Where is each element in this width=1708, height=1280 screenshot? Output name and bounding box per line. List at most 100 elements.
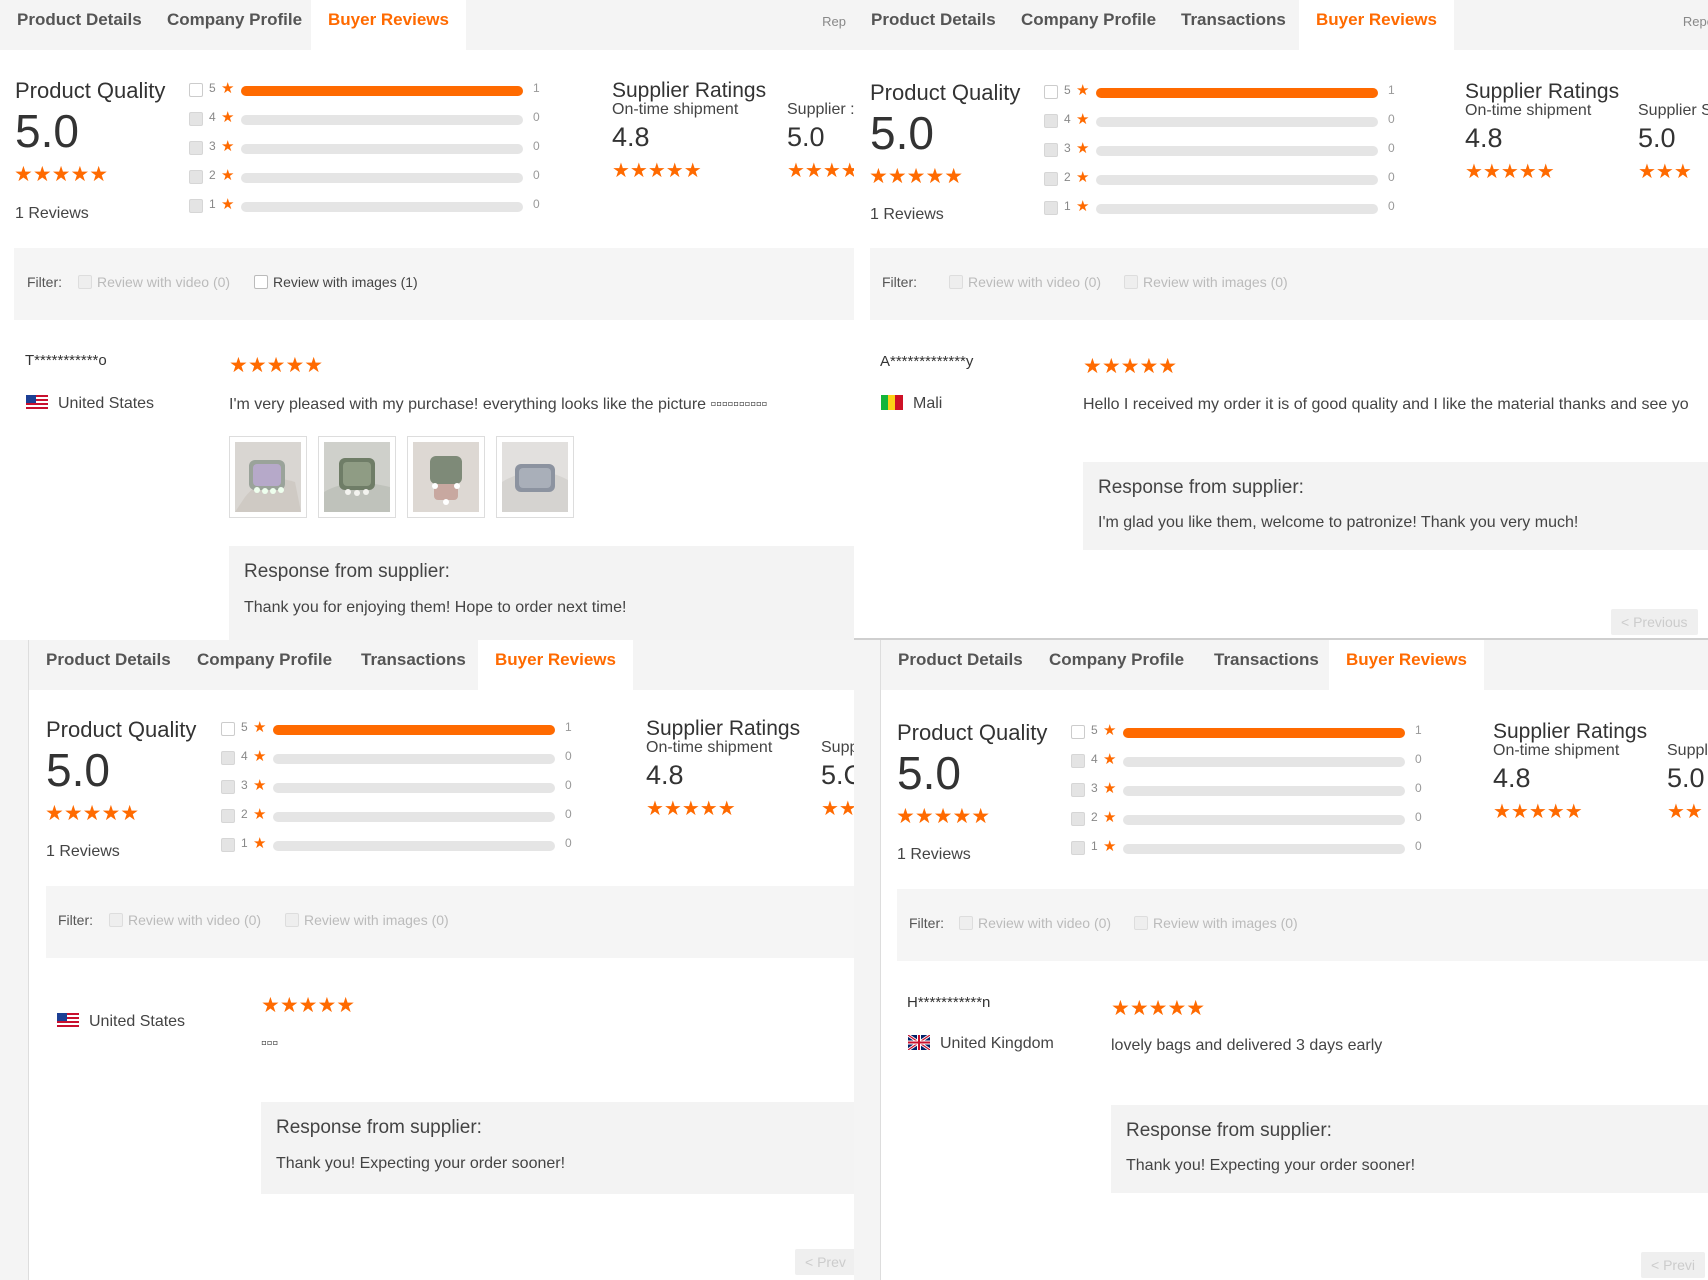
checkbox[interactable] [189,199,203,213]
checkbox[interactable] [221,780,235,794]
tab-buyer-reviews[interactable]: Buyer Reviews [478,640,633,690]
tab-company-profile[interactable]: Company Profile [1004,0,1173,50]
histogram-row[interactable]: 3 ★ 0 [189,138,549,157]
histogram-row[interactable]: 5 ★ 1 [1044,82,1404,101]
checkbox[interactable] [1044,114,1058,128]
tab-product-details[interactable]: Product Details [0,0,159,50]
histogram-row[interactable]: 4 ★ 0 [221,748,581,767]
histogram-row[interactable]: 2 ★ 0 [189,167,549,186]
supplier-response: Response from supplier: Thank you! Expec… [261,1102,854,1194]
supplier-service-stars: ★★★ [1638,161,1692,183]
checkbox[interactable] [1071,783,1085,797]
checkbox[interactable] [959,916,973,930]
histogram-row[interactable]: 1 ★ 0 [1044,198,1404,217]
star-icon: ★ [253,777,267,794]
histogram-row[interactable]: 5 ★ 1 [1071,722,1431,741]
tab-transactions[interactable]: Transactions [344,640,483,690]
review-image-thumbnail[interactable] [407,436,485,518]
histogram-row[interactable]: 5 ★ 1 [221,719,581,738]
tab-product-details[interactable]: Product Details [881,640,1040,690]
checkbox[interactable] [189,112,203,126]
checkbox[interactable] [1071,725,1085,739]
star-level: 4 [1064,112,1071,126]
histogram-row[interactable]: 2 ★ 0 [1071,809,1431,828]
previous-page-button[interactable]: < Prev [795,1249,854,1275]
checkbox[interactable] [1124,275,1138,289]
checkbox[interactable] [221,751,235,765]
checkbox[interactable] [189,141,203,155]
filter-review-with-video[interactable]: Review with video (0) [959,915,1111,931]
checkbox[interactable] [1071,841,1085,855]
checkbox[interactable] [78,275,92,289]
histogram-row[interactable]: 4 ★ 0 [189,109,549,128]
checkbox[interactable] [189,170,203,184]
filter-review-with-images[interactable]: Review with images (1) [254,274,418,290]
filter-review-with-video[interactable]: Review with video (0) [109,912,261,928]
checkbox[interactable] [221,722,235,736]
tab-buyer-reviews[interactable]: Buyer Reviews [311,0,466,50]
checkbox[interactable] [1134,916,1148,930]
tab-company-profile[interactable]: Company Profile [180,640,349,690]
checkbox[interactable] [109,913,123,927]
checkbox[interactable] [221,838,235,852]
on-time-shipment-score: 4.8 [646,760,684,790]
previous-page-button[interactable]: < Previ [1641,1252,1705,1278]
us-flag-icon [57,1013,79,1028]
checkbox[interactable] [1044,85,1058,99]
histogram-row[interactable]: 3 ★ 0 [221,777,581,796]
review-image-thumbnail[interactable] [496,436,574,518]
supplier-service-score: 5.0 [1667,763,1705,793]
histogram-row[interactable]: 2 ★ 0 [1044,169,1404,188]
histogram-row[interactable]: 3 ★ 0 [1071,780,1431,799]
histogram-row[interactable]: 1 ★ 0 [221,835,581,854]
supplier-ratings-title: Supplier Ratings [1493,720,1648,743]
histogram-row[interactable]: 1 ★ 0 [189,196,549,215]
histogram-bar [1096,117,1378,127]
checkbox[interactable] [1071,754,1085,768]
tab-transactions[interactable]: Transactions [1164,0,1303,50]
histogram-bar [273,812,555,822]
histogram-row[interactable]: 5 ★ 1 [189,80,549,99]
review-image-thumbnail[interactable] [229,436,307,518]
tab-product-details[interactable]: Product Details [29,640,188,690]
histogram-row[interactable]: 4 ★ 0 [1071,751,1431,770]
histogram-row[interactable]: 3 ★ 0 [1044,140,1404,159]
review-image-thumbnail[interactable] [318,436,396,518]
filter-review-with-images[interactable]: Review with images (0) [1124,274,1288,290]
filter-review-with-images[interactable]: Review with images (0) [285,912,449,928]
checkbox[interactable] [1044,143,1058,157]
histogram-bar-fill [1096,88,1378,98]
tab-report[interactable]: Rep [822,14,846,29]
tab-transactions[interactable]: Transactions [1197,640,1336,690]
histogram-row[interactable]: 1 ★ 0 [1071,838,1431,857]
tab-buyer-reviews[interactable]: Buyer Reviews [1329,640,1484,690]
supplier-service-stars: ★★ [1667,801,1703,823]
response-text: Thank you! Expecting your order sooner! [276,1155,566,1172]
histogram-row[interactable]: 2 ★ 0 [221,806,581,825]
checkbox[interactable] [189,83,203,97]
checkbox[interactable] [221,809,235,823]
review-stars: ★★★★★ [261,994,356,1017]
star-level: 2 [1091,810,1098,824]
checkbox[interactable] [949,275,963,289]
checkbox[interactable] [1071,812,1085,826]
histogram-row[interactable]: 4 ★ 0 [1044,111,1404,130]
filter-review-with-images[interactable]: Review with images (0) [1134,915,1298,931]
tab-buyer-reviews[interactable]: Buyer Reviews [1299,0,1454,50]
filter-review-with-video[interactable]: Review with video (0) [949,274,1101,290]
tab-report[interactable]: Repo [1683,14,1708,29]
tab-company-profile[interactable]: Company Profile [1032,640,1201,690]
product-quality-title: Product Quality [46,717,197,742]
review-panel-2: Product Details Company Profile Transact… [854,0,1708,640]
review-panel-4: Product Details Company Profile Transact… [880,640,1708,1280]
checkbox[interactable] [285,913,299,927]
checkbox[interactable] [1044,172,1058,186]
checkbox[interactable] [254,275,268,289]
tab-company-profile[interactable]: Company Profile [150,0,319,50]
tab-product-details[interactable]: Product Details [854,0,1013,50]
previous-page-button[interactable]: < Previous [1611,609,1698,635]
response-title: Response from supplier: [244,561,450,582]
histogram-bar-fill [241,86,523,96]
filter-review-with-video[interactable]: Review with video (0) [78,274,230,290]
checkbox[interactable] [1044,201,1058,215]
